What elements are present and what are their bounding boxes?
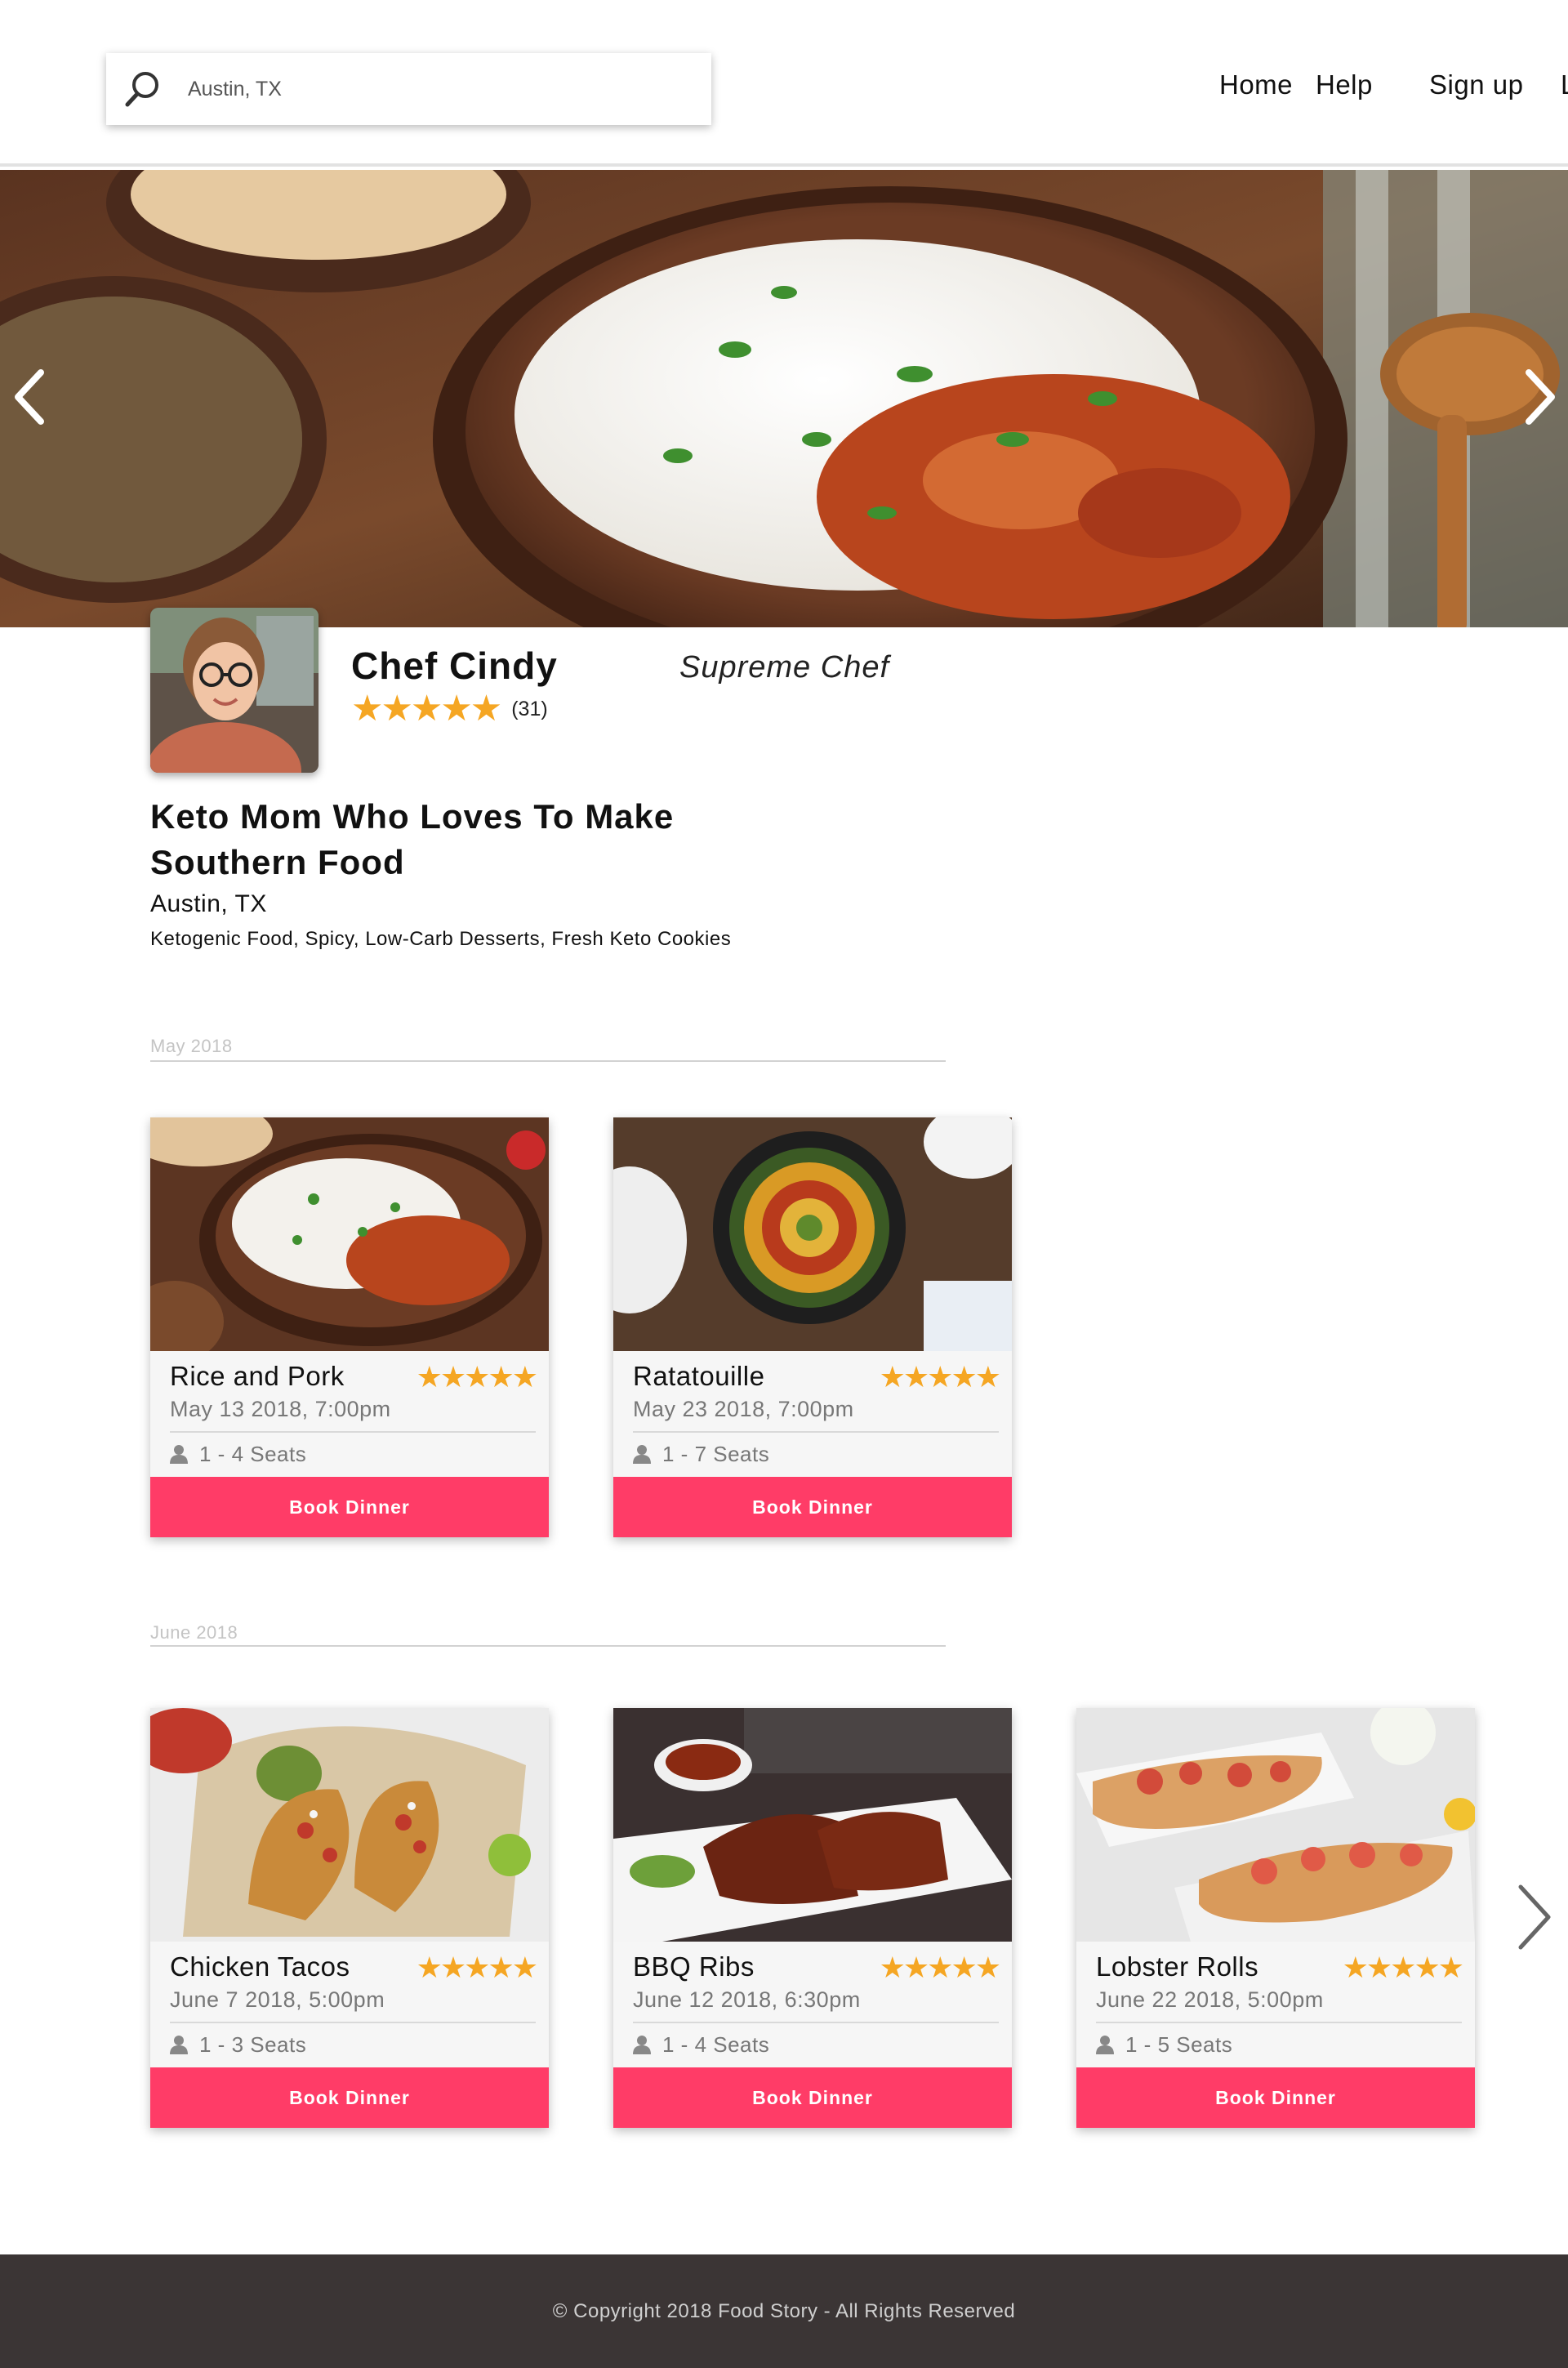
hero-banner xyxy=(0,170,1568,627)
chef-rating: ★★★★★ (31) xyxy=(351,689,548,729)
dish-photo[interactable] xyxy=(1076,1708,1475,1942)
rating-stars-icon: ★★★★★ xyxy=(1342,1951,1464,1984)
card-divider xyxy=(170,2022,536,2023)
seats-label: 1 - 5 Seats xyxy=(1125,2031,1233,2057)
nav-log-in[interactable]: Log in xyxy=(1561,69,1568,100)
month-label: May 2018 xyxy=(150,1036,233,1056)
chef-title: Supreme Chef xyxy=(679,650,890,685)
dish-photo[interactable] xyxy=(150,1117,549,1351)
book-dinner-button[interactable]: Book Dinner xyxy=(613,2067,1012,2128)
dinner-card: Chicken Tacos ★★★★★ June 7 2018, 5:00pm … xyxy=(150,1708,549,2128)
person-icon xyxy=(1096,2036,1114,2054)
footer: © Copyright 2018 Food Story - All Rights… xyxy=(0,2254,1568,2368)
book-dinner-button[interactable]: Book Dinner xyxy=(1076,2067,1475,2128)
dinner-date: June 7 2018, 5:00pm xyxy=(170,1987,385,2012)
dish-photo[interactable] xyxy=(613,1708,1012,1942)
month-divider xyxy=(150,1060,946,1062)
search-icon[interactable] xyxy=(121,68,163,110)
search-input[interactable] xyxy=(188,53,694,125)
rating-stars-icon: ★★★★★ xyxy=(416,1951,538,1984)
seats-info: 1 - 3 Seats xyxy=(170,2028,306,2061)
dinner-date: June 22 2018, 5:00pm xyxy=(1096,1987,1324,2012)
dinner-card: Lobster Rolls ★★★★★ June 22 2018, 5:00pm… xyxy=(1076,1708,1475,2128)
chef-avatar xyxy=(150,608,318,773)
dinner-card: BBQ Ribs ★★★★★ June 12 2018, 6:30pm 1 - … xyxy=(613,1708,1012,2128)
chevron-right-icon[interactable] xyxy=(1512,1880,1553,1954)
rating-stars-icon: ★★★★★ xyxy=(879,1951,1001,1984)
chef-location: Austin, TX xyxy=(150,890,267,917)
hero-image xyxy=(0,170,1568,627)
book-dinner-button[interactable]: Book Dinner xyxy=(150,1477,549,1537)
dinner-date: June 12 2018, 6:30pm xyxy=(633,1987,861,2012)
nav-home[interactable]: Home xyxy=(1219,69,1293,100)
rating-count[interactable]: (31) xyxy=(511,698,547,721)
dish-name: BBQ Ribs xyxy=(633,1951,755,1982)
dish-name: Ratatouille xyxy=(633,1361,765,1391)
dinner-date: May 23 2018, 7:00pm xyxy=(633,1397,854,1421)
search-box[interactable] xyxy=(106,53,711,125)
rating-stars-icon: ★★★★★ xyxy=(416,1360,538,1394)
copyright-text: © Copyright 2018 Food Story - All Rights… xyxy=(552,2300,1016,2322)
person-icon xyxy=(633,2036,651,2054)
seats-info: 1 - 5 Seats xyxy=(1096,2028,1232,2061)
dinner-card: Rice and Pork ★★★★★ May 13 2018, 7:00pm … xyxy=(150,1117,549,1537)
rating-stars-icon: ★★★★★ xyxy=(351,689,502,729)
person-icon xyxy=(170,2036,188,2054)
header: Home Help Sign up Log in xyxy=(0,0,1568,167)
nav-sign-up[interactable]: Sign up xyxy=(1429,69,1523,100)
person-icon xyxy=(170,1445,188,1464)
rating-stars-icon: ★★★★★ xyxy=(879,1360,1001,1394)
book-dinner-button[interactable]: Book Dinner xyxy=(613,1477,1012,1537)
dish-photo[interactable] xyxy=(613,1117,1012,1351)
dish-name: Chicken Tacos xyxy=(170,1951,350,1982)
seats-info: 1 - 4 Seats xyxy=(170,1438,306,1470)
month-divider xyxy=(150,1645,946,1647)
carousel-prev-icon[interactable] xyxy=(10,366,51,428)
dish-name: Rice and Pork xyxy=(170,1361,345,1391)
card-divider xyxy=(170,1431,536,1433)
person-icon xyxy=(633,1445,651,1464)
card-divider xyxy=(1096,2022,1462,2023)
card-divider xyxy=(633,1431,999,1433)
month-label: June 2018 xyxy=(150,1622,238,1643)
chef-tagline: Keto Mom Who Loves To Make Southern Food xyxy=(150,797,675,881)
nav-help[interactable]: Help xyxy=(1316,69,1373,100)
chef-name: Chef Cindy xyxy=(351,644,558,687)
seats-info: 1 - 7 Seats xyxy=(633,1438,769,1470)
seats-label: 1 - 4 Seats xyxy=(662,2031,770,2057)
dinner-date: May 13 2018, 7:00pm xyxy=(170,1397,391,1421)
carousel-next-icon[interactable] xyxy=(1519,366,1560,428)
seats-info: 1 - 4 Seats xyxy=(633,2028,769,2061)
dish-photo[interactable] xyxy=(150,1708,549,1942)
seats-label: 1 - 7 Seats xyxy=(662,1441,770,1466)
seats-label: 1 - 4 Seats xyxy=(199,1441,307,1466)
card-divider xyxy=(633,2022,999,2023)
dinner-card: Ratatouille ★★★★★ May 23 2018, 7:00pm 1 … xyxy=(613,1117,1012,1537)
dish-name: Lobster Rolls xyxy=(1096,1951,1259,1982)
book-dinner-button[interactable]: Book Dinner xyxy=(150,2067,549,2128)
chef-specialties: Ketogenic Food, Spicy, Low-Carb Desserts… xyxy=(150,928,732,950)
seats-label: 1 - 3 Seats xyxy=(199,2031,307,2057)
